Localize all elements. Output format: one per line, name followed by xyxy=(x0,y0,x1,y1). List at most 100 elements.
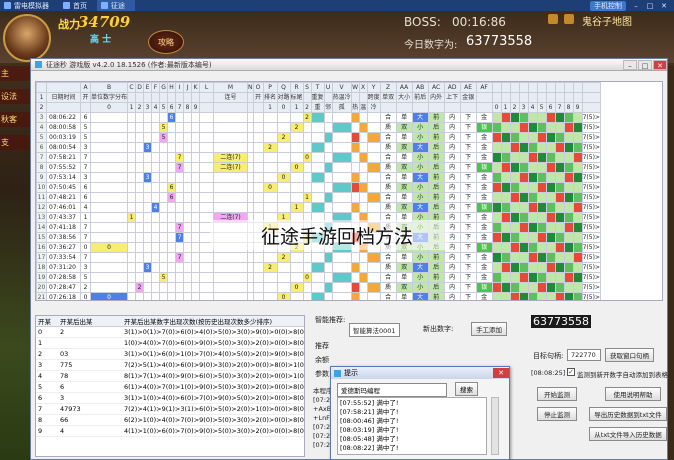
dialog-search-button[interactable]: 搜索 xyxy=(455,382,478,396)
table-cell: 内 xyxy=(443,142,461,153)
follow-stats-row[interactable]: 7 47973 7(2)>4(1)>9(1)>3(1)>6(0)>5(0)>2(0)… xyxy=(36,404,304,415)
home-tab[interactable]: 首页 xyxy=(59,0,97,11)
side-item[interactable]: 设法 xyxy=(0,89,30,104)
auto-add-checkbox[interactable]: ✓ xyxy=(567,368,575,376)
table-cell xyxy=(500,122,511,133)
close-button[interactable]: ✕ xyxy=(653,59,667,70)
table-cell xyxy=(331,152,352,163)
table-cell: 11 xyxy=(36,192,47,203)
manual-add-button[interactable]: 手工添加 xyxy=(471,322,507,336)
table-row[interactable]: 5 00:03:19 5 5 2 合单小前内下金 7(5)> xyxy=(36,132,601,143)
table-cell: 双 xyxy=(395,262,413,273)
table-cell xyxy=(491,112,502,123)
header-cell xyxy=(545,82,556,93)
table-cell xyxy=(509,272,520,283)
table-cell xyxy=(366,182,381,193)
follow-stats-cell: 6(1)>4(0)>7(0)>1(0)>9(0)>5(0)>3(0)>2(0)>… xyxy=(124,383,304,391)
table-cell: 内 xyxy=(443,162,461,173)
table-cell: 7(5)> xyxy=(581,112,601,123)
close-icon[interactable]: ✕ xyxy=(660,2,668,10)
import-txt-button[interactable]: 从txt文件导入历史数据 xyxy=(589,427,667,441)
table-cell xyxy=(289,172,304,183)
header-cell xyxy=(411,102,429,113)
side-item[interactable]: 秋客 xyxy=(0,112,30,127)
algorithm-select[interactable]: 智能算法0001 xyxy=(349,323,400,337)
strategy-button[interactable]: 攻略 xyxy=(148,30,184,54)
header-cell: 0 xyxy=(89,102,129,113)
header-cell xyxy=(143,92,153,103)
table-cell: 2 xyxy=(276,132,291,143)
get-handle-button[interactable]: 获取窗口句柄 xyxy=(605,348,654,362)
game-tab[interactable]: 征途 xyxy=(97,0,135,11)
dialog-close-button[interactable]: ✕ xyxy=(493,368,509,378)
emulator-tab[interactable]: 雷电模拟器 xyxy=(0,0,59,11)
header-cell: N xyxy=(247,82,254,93)
table-row[interactable]: 12 07:46:01 4 4 1 质双大后内下银 7(5)> xyxy=(36,202,601,213)
table-cell xyxy=(563,202,574,213)
header-cell: 重 xyxy=(310,102,325,113)
table-cell xyxy=(175,142,185,153)
log-line: [08:05:48] 满中了! xyxy=(340,435,399,443)
player-avatar[interactable] xyxy=(3,14,51,62)
minimize-icon[interactable]: – xyxy=(632,2,640,10)
table-row[interactable]: 20 07:28:47 2 2 0 质双小后内下银 7(5)> xyxy=(36,282,601,293)
table-cell xyxy=(213,262,249,273)
header-cell: J xyxy=(183,82,193,93)
follow-stats-row[interactable]: 6 3 3(1)>1(0)>4(0)>6(0)>7(0)>9(0)>5(0)>2(0… xyxy=(36,393,304,404)
follow-stats-row[interactable]: 9 4 4(1)>1(0)>6(0)>7(0)>9(0)>5(0)>3(0)>2(0… xyxy=(36,426,304,437)
follow-stats-row[interactable]: 0 2 3(1)>0(1)>7(0)>6(0)>4(0)>5(0)>3(0)>9(0… xyxy=(36,327,304,338)
table-row[interactable]: 18 07:31:20 3 3 2 质双大后内下金 7(5)> xyxy=(36,262,601,273)
table-cell xyxy=(183,262,193,273)
table-cell xyxy=(191,162,201,173)
table-cell xyxy=(310,252,325,263)
table-row[interactable]: 10 07:50:45 6 6 0 质双小后内下金 7(5)> xyxy=(36,182,601,193)
help-button[interactable]: 使用说明帮助 xyxy=(605,387,661,401)
follow-stats-row[interactable]: 1 1(0)>4(0)>7(0)>6(0)>9(0)>5(0)>3(0)>2(0)… xyxy=(36,338,304,349)
table-row[interactable]: 11 07:48:21 6 6 1 合单小前内下金 7(5)> xyxy=(36,192,601,203)
table-cell xyxy=(554,112,565,123)
maximize-button[interactable]: □ xyxy=(638,59,652,70)
dialog-scrollbar[interactable] xyxy=(491,397,499,455)
follow-stats-row[interactable]: 3 775 7(2)>5(1)>4(0)>6(0)>9(0)>3(0)>2(0)>0… xyxy=(36,360,304,371)
table-row[interactable]: 6 08:00:54 3 3 2 质双大后内下金 7(5)> xyxy=(36,142,601,153)
dialog-search-input[interactable]: 爱德斯玛编程 xyxy=(337,383,447,397)
table-cell xyxy=(350,152,360,163)
table-cell xyxy=(563,122,574,133)
follow-stats-row[interactable]: 8 66 6(2)>1(0)>4(0)>7(0)>9(0)>5(0)>3(0)>2(… xyxy=(36,415,304,426)
table-cell: 5 xyxy=(36,132,47,143)
header-cell xyxy=(459,102,477,113)
table-row[interactable]: 8 07:55:52 7 7 二连(7) 0 质双小后内下银 7(5)> xyxy=(36,162,601,173)
handle-input[interactable]: 722770 xyxy=(567,349,601,361)
table-row[interactable]: 19 07:28:58 5 5 0 合单小前内下金 7(5)> xyxy=(36,272,601,283)
table-row[interactable]: 9 07:53:14 3 3 0 合单大前内下金 7(5)> xyxy=(36,172,601,183)
table-cell xyxy=(143,212,153,223)
table-row[interactable]: 4 08:00:58 5 5 2 质双小后内下银 7(5)> xyxy=(36,122,601,133)
table-cell xyxy=(151,162,161,173)
keyboard-control-button[interactable]: 手机控制 xyxy=(590,0,626,11)
table-row[interactable]: 3 08:06:22 6 6 2 合单大前内下金 7(5)> xyxy=(36,112,601,123)
bell-icon[interactable] xyxy=(548,14,558,24)
mail-icon[interactable] xyxy=(564,14,574,24)
data-grid[interactable]: A B C D E F G H I J K L M N O P Q R S T U V W X Y Z AA AB AC AD AE AF 1 日… xyxy=(35,81,663,301)
follow-stats-row[interactable]: 5 6 6(1)>4(0)>7(0)>1(0)>9(0)>5(0)>3(0)>2(0… xyxy=(36,382,304,393)
follow-stats-row[interactable]: 4 78 8(1)>7(1)>4(0)>9(0)>6(0)>5(0)>3(0)>2(… xyxy=(36,371,304,382)
table-cell xyxy=(151,292,161,300)
table-cell xyxy=(252,252,264,263)
table-cell xyxy=(366,272,381,283)
export-txt-button[interactable]: 导出历史数据到txt文件 xyxy=(589,407,667,421)
side-item[interactable]: 主 xyxy=(0,66,30,81)
table-cell xyxy=(252,112,264,123)
stop-monitor-button[interactable]: 停止监测 xyxy=(537,407,577,421)
minimize-button[interactable]: – xyxy=(623,59,637,70)
maximize-icon[interactable]: □ xyxy=(646,2,654,10)
start-monitor-button[interactable]: 开始监测 xyxy=(537,387,577,401)
table-row[interactable]: 17 07:33:54 7 7 2 合单小前内下金 7(5)> xyxy=(36,252,601,263)
follow-stats-row[interactable]: 2 03 3(1)>0(1)>6(0)>1(0)>7(0)>4(0)>5(0)>2(… xyxy=(36,349,304,360)
side-item[interactable]: 支 xyxy=(0,135,30,150)
table-cell: 3 xyxy=(36,112,47,123)
table-row[interactable]: 7 07:58:21 7 7 二连(7) 0 合单小前内下金 7(5)> xyxy=(36,152,601,163)
home-tab-label: 首页 xyxy=(73,1,87,10)
table-cell xyxy=(89,132,129,143)
table-row[interactable]: 21 07:26:18 0 0 0 合单大前内下金 7(5)> xyxy=(36,292,601,300)
table-cell xyxy=(213,252,249,263)
